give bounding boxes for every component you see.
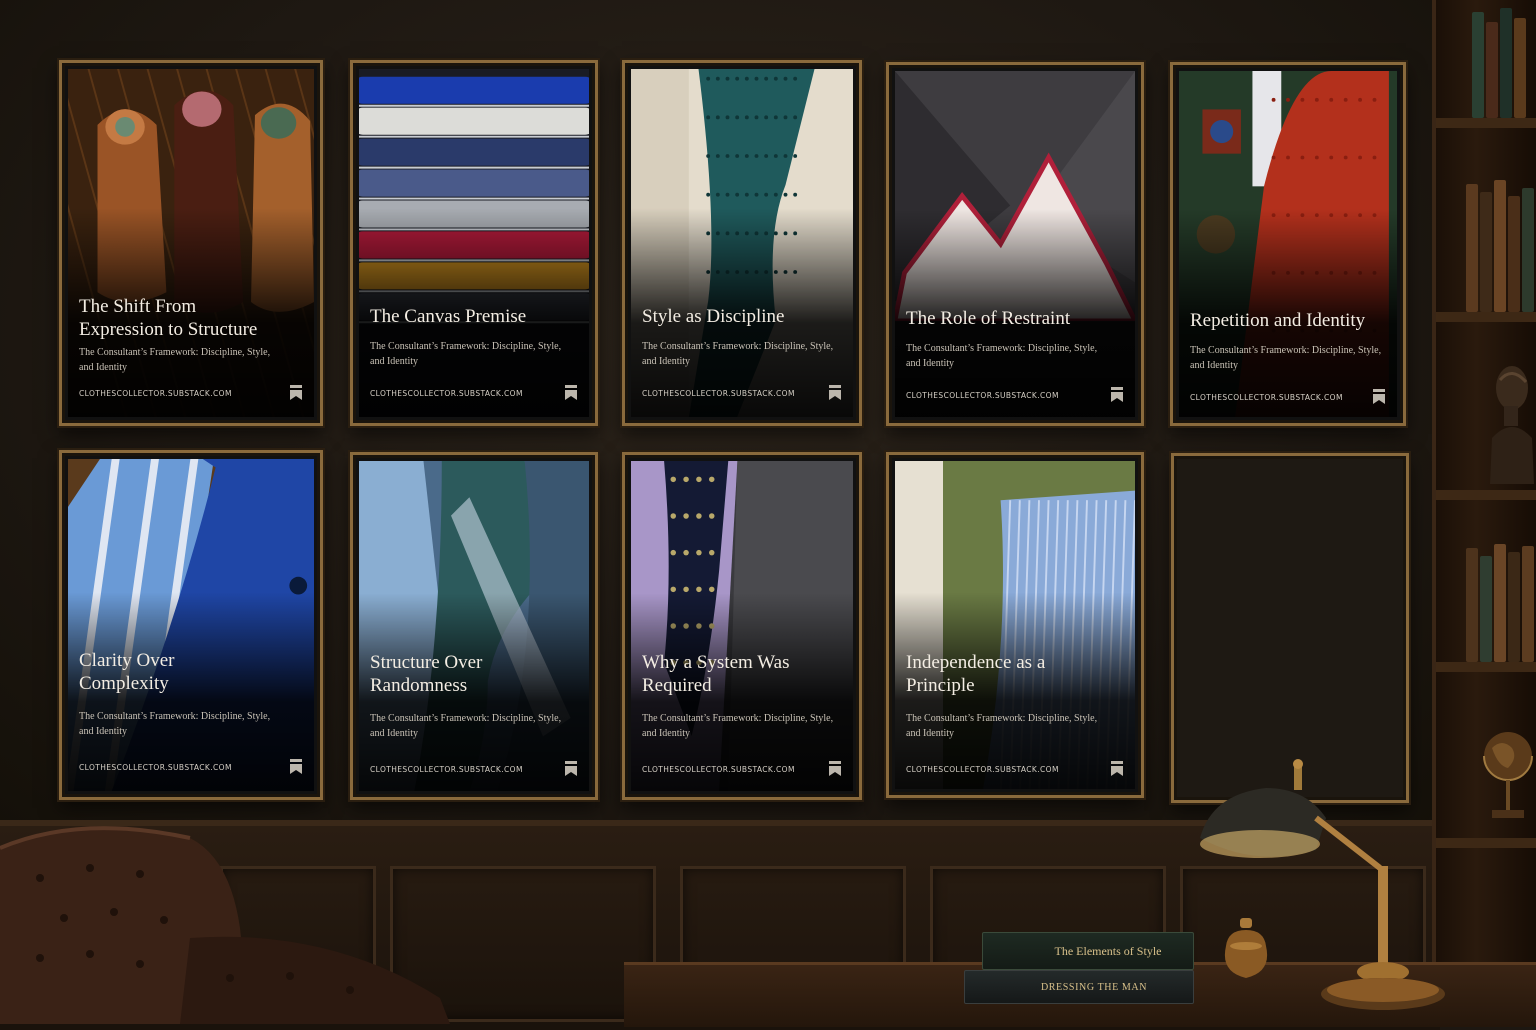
poster-subtitle-line: The Consultant’s Framework: Discipline, …: [642, 341, 834, 352]
poster-subtitle-line: and Identity: [642, 728, 691, 739]
book-title: DRESSING THE MAN: [1040, 981, 1148, 993]
globe: [1483, 732, 1533, 818]
poster-subtitle: The Consultant’s Framework: Discipline, …: [906, 711, 1121, 741]
poster-subtitle-line: The Consultant’s Framework: Discipline, …: [1190, 345, 1382, 356]
poster-subtitle-line: and Identity: [79, 726, 128, 737]
poster-subtitle-line: The Consultant’s Framework: Discipline, …: [370, 713, 562, 724]
poster-subtitle-line: and Identity: [370, 728, 419, 739]
poster-title-line: Clarity Over: [79, 650, 175, 671]
poster-image: [631, 461, 853, 791]
poster-title: Why a System Was Required: [642, 651, 845, 697]
poster-subtitle: The Consultant’s Framework: Discipline, …: [1190, 343, 1383, 373]
poster-subtitle-line: The Consultant’s Framework: Discipline, …: [79, 347, 271, 358]
poster-title-line: Required: [642, 675, 712, 696]
poster-title-line: The Shift From: [79, 296, 197, 317]
bookmark-icon: [290, 759, 302, 774]
poster-title: The Role of Restraint: [906, 307, 1127, 330]
poster-subtitle: The Consultant’s Framework: Discipline, …: [642, 711, 839, 741]
poster-frame: The Canvas Premise The Consultant’s Frame…: [350, 60, 598, 426]
bookmark-icon: [1111, 387, 1123, 402]
poster-site-url: CLOTHESCOLLECTOR.SUBSTACK.COM: [370, 765, 523, 774]
poster-site-url: CLOTHESCOLLECTOR.SUBSTACK.COM: [1190, 393, 1343, 402]
leather-chair: [0, 826, 450, 1024]
poster-subtitle-line: and Identity: [370, 356, 419, 367]
poster-frame: Independence as a Principle The Consultant…: [886, 452, 1144, 798]
poster-frame: The Role of Restraint The Consultant’s Fr…: [886, 62, 1144, 426]
poster-frame: Why a System Was Required The Consultant’s…: [622, 452, 862, 800]
bookmark-icon: [1373, 389, 1385, 404]
poster-subtitle-line: and Identity: [906, 358, 955, 369]
bookmark-icon: [829, 761, 841, 776]
poster-subtitle: The Consultant’s Framework: Discipline, …: [370, 711, 575, 741]
poster-subtitle-line: and Identity: [79, 362, 128, 373]
poster-title-line: Structure Over: [370, 652, 483, 673]
poster-site-url: CLOTHESCOLLECTOR.SUBSTACK.COM: [906, 391, 1059, 400]
bookmark-icon: [829, 385, 841, 400]
poster-image: [68, 459, 314, 791]
poster-title: Style as Discipline: [642, 305, 845, 328]
poster-title: The Canvas Premise: [370, 305, 581, 328]
poster-title-line: Randomness: [370, 675, 468, 696]
poster-subtitle-line: The Consultant’s Framework: Discipline, …: [906, 713, 1098, 724]
poster-subtitle-line: The Consultant’s Framework: Discipline, …: [642, 713, 834, 724]
poster-title-line: Principle: [906, 675, 975, 696]
poster-site-url: CLOTHESCOLLECTOR.SUBSTACK.COM: [642, 765, 795, 774]
poster-frame: Structure Over Randomness The Consultant’s…: [350, 452, 598, 800]
poster-subtitle-line: and Identity: [642, 356, 691, 367]
book-elements-of-style: The Elements of Style: [982, 932, 1194, 970]
poster-site-url: CLOTHESCOLLECTOR.SUBSTACK.COM: [906, 765, 1059, 774]
poster-subtitle-line: and Identity: [1190, 360, 1239, 371]
poster-title: Repetition and Identity: [1190, 309, 1389, 332]
poster-image: [359, 461, 589, 791]
empty-frame: [1171, 453, 1409, 803]
poster-title-line: Independence as a: [906, 652, 1046, 673]
poster-site-url: CLOTHESCOLLECTOR.SUBSTACK.COM: [642, 389, 795, 398]
bookmark-icon: [565, 385, 577, 400]
poster-site-url: CLOTHESCOLLECTOR.SUBSTACK.COM: [79, 763, 232, 772]
poster-title: Independence as a Principle: [906, 651, 1127, 697]
poster-title: The Shift From Expression to Structure: [79, 295, 306, 341]
poster-title-line: Why a System Was: [642, 652, 790, 673]
poster-subtitle-line: The Consultant’s Framework: Discipline, …: [906, 343, 1098, 354]
desk-lamp: [1200, 759, 1445, 1010]
poster-title-line: Complexity: [79, 673, 169, 694]
poster-title: Structure Over Randomness: [370, 651, 581, 697]
poster-subtitle: The Consultant’s Framework: Discipline, …: [906, 341, 1121, 371]
poster-subtitle: The Consultant’s Framework: Discipline, …: [370, 339, 575, 369]
bookmark-icon: [1111, 761, 1123, 776]
poster-site-url: CLOTHESCOLLECTOR.SUBSTACK.COM: [79, 389, 232, 398]
poster-subtitle-line: and Identity: [906, 728, 955, 739]
bookmark-icon: [290, 385, 302, 400]
poster-frame: Clarity Over Complexity The Consultant’s F…: [59, 450, 323, 800]
poster-frame: The Shift From Expression to Structure The…: [59, 60, 323, 426]
bookmark-icon: [565, 761, 577, 776]
poster-title: Clarity Over Complexity: [79, 649, 306, 695]
poster-subtitle: The Consultant’s Framework: Discipline, …: [79, 709, 300, 739]
poster-title-line: Repetition and Identity: [1190, 310, 1366, 331]
poster-subtitle-line: The Consultant’s Framework: Discipline, …: [370, 341, 562, 352]
poster-frame: Style as Discipline The Consultant’s Fram…: [622, 60, 862, 426]
poster-subtitle: The Consultant’s Framework: Discipline, …: [642, 339, 839, 369]
poster-title-line: The Canvas Premise: [370, 306, 527, 327]
poster-frame: Repetition and Identity The Consultant’s …: [1170, 62, 1406, 426]
bust-sculpture: [1490, 366, 1534, 484]
book-dressing-the-man: DRESSING THE MAN: [964, 970, 1194, 1004]
book-title: The Elements of Style: [1054, 943, 1162, 958]
poster-title-line: The Role of Restraint: [906, 308, 1071, 329]
book-stack: The Elements of Style DRESSING THE MAN: [962, 928, 1202, 1008]
poster-title-line: Expression to Structure: [79, 319, 258, 340]
poster-title-line: Style as Discipline: [642, 306, 785, 327]
poster-subtitle: The Consultant’s Framework: Discipline, …: [79, 345, 300, 375]
poster-site-url: CLOTHESCOLLECTOR.SUBSTACK.COM: [370, 389, 523, 398]
poster-subtitle-line: The Consultant’s Framework: Discipline, …: [79, 711, 271, 722]
